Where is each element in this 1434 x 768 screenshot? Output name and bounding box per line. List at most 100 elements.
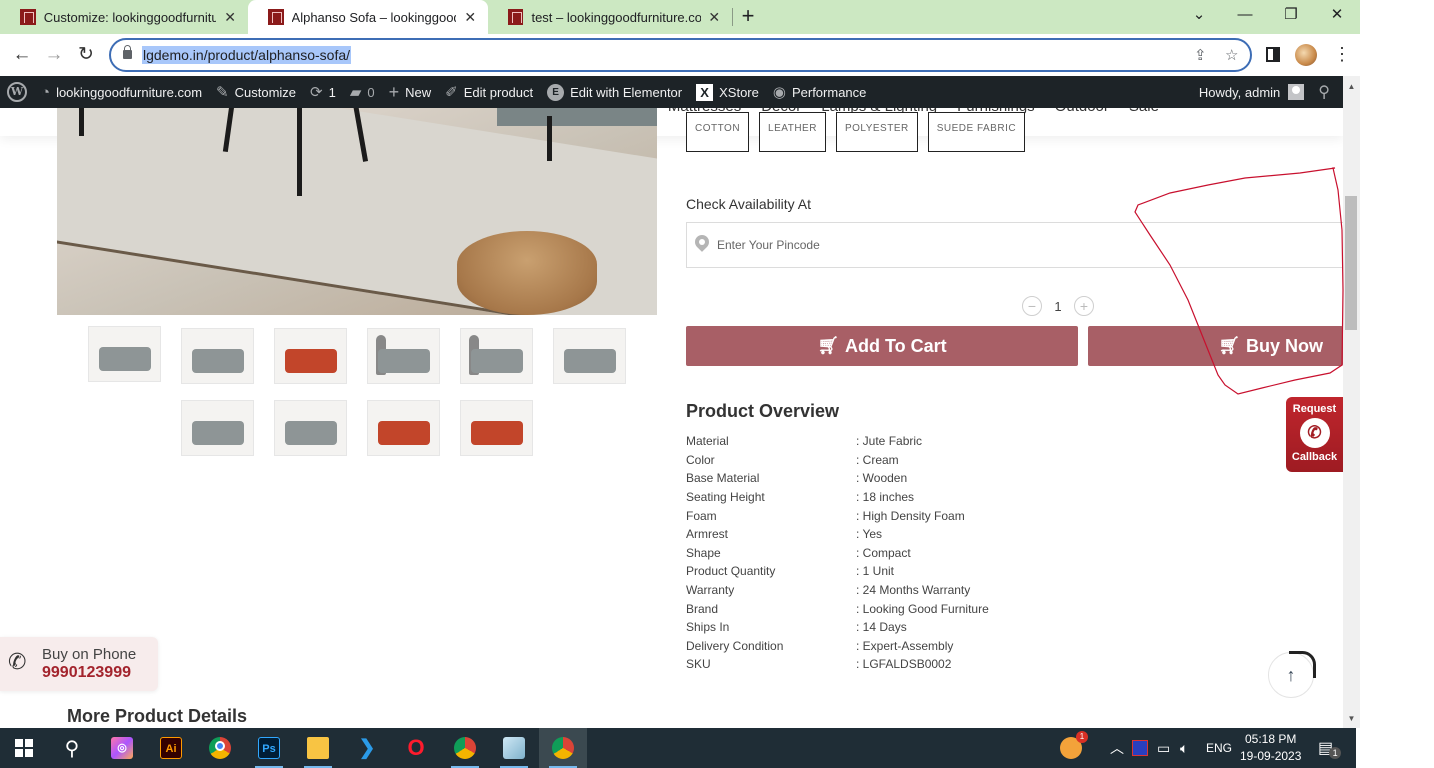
add-to-cart-button[interactable]: 🛒︎ Add To Cart [686, 326, 1078, 366]
thumbnail-grey-sofa-with-lamp[interactable] [181, 328, 254, 384]
taskbar-vscode[interactable]: ❯ [343, 728, 391, 768]
tab-customize[interactable]: Customize: lookinggoodfurniture ✕ [0, 0, 248, 34]
fabric-option-chip[interactable]: SUEDE FABRIC [927, 112, 1026, 152]
admin-account-menu[interactable]: Howdy, admin [1192, 76, 1311, 108]
admin-customize[interactable]: ✎ Customize [209, 76, 303, 108]
pencil-icon: ✐ [445, 84, 458, 101]
notification-center-button[interactable]: ▤ 1 [1318, 728, 1342, 768]
new-tab-button[interactable]: + [738, 4, 758, 28]
profile-avatar[interactable] [1295, 44, 1317, 66]
phone-number[interactable]: 9990123999 [42, 664, 131, 682]
scroll-down-arrow-icon[interactable]: ▼ [1343, 712, 1360, 726]
pincode-field[interactable] [686, 222, 1343, 268]
thumbnail-dimension-guide-1[interactable] [367, 328, 440, 384]
taskbar-search-button[interactable]: ⚲ [48, 728, 96, 768]
wp-logo-menu[interactable]: W [0, 76, 34, 108]
thumbnail-grey-sofa-angle[interactable] [274, 400, 347, 456]
quantity-decrease-button[interactable]: − [1022, 296, 1042, 316]
edit-product-label: Edit product [463, 84, 534, 100]
tab-close-icon[interactable]: ✕ [222, 9, 238, 26]
quantity-value[interactable]: 1 [1052, 299, 1064, 314]
share-icon[interactable]: ⇪ [1194, 46, 1207, 64]
weather-widget[interactable]: 1 [1060, 728, 1088, 768]
scrollbar-thumb[interactable] [1345, 196, 1357, 330]
admin-comments[interactable]: ▰ 0 [343, 76, 382, 108]
page-scrollbar[interactable]: ▲ ▼ [1343, 76, 1360, 728]
site-name-label: lookinggoodfurniture.com [56, 84, 203, 100]
admin-edit-product[interactable]: ✐ Edit product [438, 76, 540, 108]
sofa-shape [192, 421, 244, 445]
show-hidden-icons[interactable]: ︿ [1110, 728, 1124, 768]
thumbnail-grey-loveseat[interactable] [553, 328, 626, 384]
start-button[interactable] [0, 728, 48, 768]
back-to-top-button[interactable]: ↑ [1268, 651, 1316, 698]
taskbar-chrome-profile[interactable] [441, 728, 489, 768]
taskbar-creative-cloud[interactable]: ◎ [98, 728, 146, 768]
fabric-options: COTTON LEATHER POLYESTER SUEDE FABRIC [686, 112, 1026, 152]
fabric-option-chip[interactable]: LEATHER [759, 112, 826, 152]
thumbnail-red-sofa-room[interactable] [367, 400, 440, 456]
taskbar-notepad[interactable] [490, 728, 538, 768]
request-callback-button[interactable]: Request ✆ Callback [1286, 397, 1343, 472]
cart-icon: 🛒︎ [1218, 336, 1240, 355]
admin-site-name[interactable]: ◔ lookinggoodfurniture.com [34, 76, 209, 108]
fabric-option-chip[interactable]: POLYESTER [835, 112, 918, 152]
taskbar-illustrator[interactable]: Ai [147, 728, 195, 768]
product-overview-title: Product Overview [686, 401, 840, 421]
taskbar-file-explorer[interactable] [294, 728, 342, 768]
tray-app-icon[interactable] [1132, 728, 1148, 768]
sofa-shape [471, 349, 523, 373]
taskbar-opera[interactable]: O [392, 728, 440, 768]
thumbnail-grey-sofa-living-room[interactable] [88, 326, 161, 382]
spec-row: Base Material Wooden [686, 469, 989, 488]
thumbnail-dimension-guide-2[interactable] [460, 328, 533, 384]
network-icon[interactable]: ▭ [1157, 728, 1170, 768]
tab-alphanso-sofa[interactable]: Alphanso Sofa – lookinggoodfurn ✕ [248, 0, 488, 34]
thumbnail-red-sofa-set[interactable] [274, 328, 347, 384]
taskbar-chrome-active[interactable] [539, 728, 587, 768]
admin-updates[interactable]: ⟳ 1 [303, 76, 343, 108]
pincode-input[interactable] [717, 223, 1317, 267]
browser-menu-icon[interactable]: ⋮ [1333, 44, 1351, 64]
minimize-button[interactable]: — [1230, 4, 1260, 26]
tab-test[interactable]: test – lookinggoodfurniture.com ✕ [488, 0, 732, 34]
bookmark-star-icon[interactable]: ☆ [1225, 46, 1238, 64]
tab-search-button[interactable]: ⌄ [1184, 4, 1214, 26]
lock-icon[interactable] [123, 45, 132, 59]
quantity-increase-button[interactable]: + [1074, 296, 1094, 316]
admin-search[interactable]: ⚲ [1311, 76, 1343, 108]
performance-icon: ◉ [772, 84, 786, 101]
reload-button[interactable]: ↻ [74, 43, 98, 67]
thumbnail-red-sofa-front[interactable] [460, 400, 533, 456]
elementor-icon: E [547, 83, 565, 101]
tab-close-icon[interactable]: ✕ [707, 9, 722, 26]
buy-on-phone-widget[interactable]: ✆ Buy on Phone 9990123999 [0, 637, 158, 691]
address-bar[interactable]: lgdemo.in/product/alphanso-sofa/ ⇪ ☆ [109, 38, 1252, 72]
taskbar-chrome[interactable] [196, 728, 244, 768]
fabric-option-chip[interactable]: COTTON [686, 112, 750, 152]
cart-icon: 🛒︎ [817, 336, 839, 355]
thumbnail-grey-sofa-front[interactable] [181, 400, 254, 456]
forward-button[interactable]: → [42, 43, 66, 67]
creative-cloud-icon: ◎ [111, 737, 133, 759]
admin-performance[interactable]: ◉ Performance [766, 76, 874, 108]
admin-new[interactable]: + New [382, 76, 439, 108]
product-main-image[interactable] [57, 96, 657, 315]
admin-edit-elementor[interactable]: E Edit with Elementor [540, 76, 689, 108]
language-indicator[interactable]: ENG [1206, 728, 1232, 768]
tab-close-icon[interactable]: ✕ [462, 9, 478, 26]
callback-line1: Request [1292, 403, 1337, 415]
taskbar-photoshop[interactable]: Ps [245, 728, 293, 768]
admin-xstore[interactable]: X XStore [689, 76, 766, 108]
wordpress-icon: W [7, 82, 27, 102]
scroll-up-arrow-icon[interactable]: ▲ [1343, 80, 1360, 94]
close-window-button[interactable]: ✕ [1322, 4, 1352, 26]
maximize-button[interactable]: ❐ [1276, 4, 1306, 26]
side-panel-icon[interactable] [1266, 47, 1280, 62]
buy-now-button[interactable]: 🛒︎ Buy Now [1088, 326, 1343, 366]
taskbar-clock[interactable]: 05:18 PM 19-09-2023 [1240, 731, 1301, 765]
url-text[interactable]: lgdemo.in/product/alphanso-sofa/ [142, 46, 352, 64]
sofa-shape [99, 347, 151, 371]
volume-icon[interactable]: 🔈︎ [1180, 728, 1188, 768]
back-button[interactable]: ← [10, 43, 34, 67]
